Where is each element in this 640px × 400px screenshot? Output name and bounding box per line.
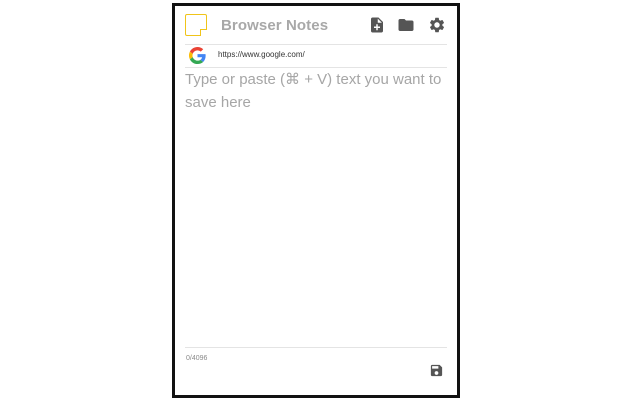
google-icon (189, 47, 206, 64)
save-icon[interactable] (429, 363, 444, 378)
page-url: https://www.google.com/ (218, 50, 305, 59)
header: Browser Notes (175, 6, 457, 44)
app-title: Browser Notes (221, 17, 329, 34)
note-textarea[interactable] (185, 68, 447, 344)
sticky-note-logo-icon (185, 14, 207, 36)
footer-divider (185, 347, 447, 348)
browser-notes-popup: Browser Notes https://www.google.com/ Ty… (172, 3, 460, 398)
url-bar: https://www.google.com/ (185, 44, 447, 68)
folder-icon[interactable] (397, 16, 415, 34)
gear-icon[interactable] (428, 16, 446, 34)
character-counter: 0/4096 (186, 355, 208, 362)
new-note-icon[interactable] (368, 16, 386, 34)
